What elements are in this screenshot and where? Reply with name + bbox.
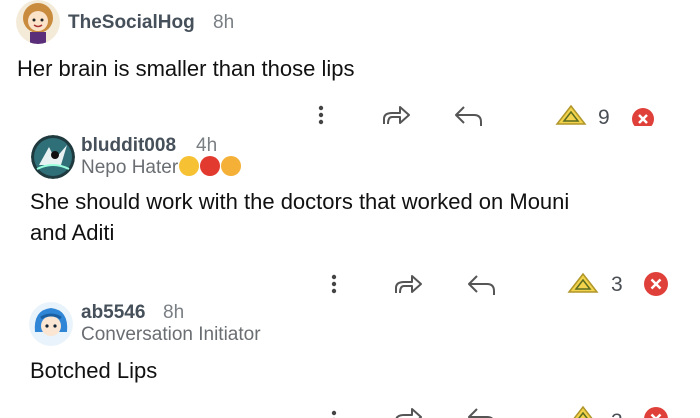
upvote-award-icon[interactable] [567, 272, 599, 294]
comment-body: She should work with the doctors that wo… [30, 186, 569, 248]
comment-body-line: and Aditi [30, 220, 115, 245]
reply-icon[interactable] [465, 406, 497, 418]
reply-icon[interactable] [465, 273, 497, 295]
username[interactable]: TheSocialHog [68, 12, 195, 34]
reply-icon[interactable] [452, 104, 484, 126]
vote-count: 9 [598, 106, 610, 129]
confounded-face-emoji [221, 156, 242, 176]
comment-time: 8h [163, 302, 185, 323]
comment-body-line: She should work with the doctors that wo… [30, 189, 570, 214]
persevering-face-emoji [179, 156, 200, 176]
share-icon[interactable] [392, 273, 424, 295]
vote-count: 3 [611, 273, 623, 296]
avatar[interactable] [29, 302, 73, 346]
username[interactable]: bluddit008 [81, 135, 176, 157]
comment-time: 8h [213, 12, 235, 33]
vote-count-clip: 3 [611, 410, 623, 418]
avatar[interactable] [16, 0, 60, 44]
share-icon[interactable] [380, 104, 412, 126]
upvote-award-icon[interactable] [567, 405, 599, 418]
comment-time: 4h [196, 135, 218, 156]
downvote-icon[interactable] [630, 106, 656, 126]
user-flair: Nepo Hater [81, 156, 242, 179]
swearing-face-emoji [200, 156, 221, 176]
more-options-icon[interactable] [316, 104, 326, 126]
more-options-icon[interactable] [329, 409, 339, 418]
user-flair: Conversation Initiator [81, 324, 261, 345]
avatar[interactable] [31, 135, 75, 179]
comment-body: Her brain is smaller than those lips [17, 56, 355, 81]
vote-count: 3 [611, 410, 623, 418]
downvote-icon[interactable] [642, 271, 670, 297]
user-flair-text: Nepo Hater [81, 157, 179, 178]
share-icon[interactable] [392, 406, 424, 418]
username[interactable]: ab5546 [81, 302, 145, 324]
comment-body: Botched Lips [30, 358, 158, 383]
downvote-icon[interactable] [642, 406, 670, 418]
upvote-award-icon[interactable] [555, 104, 587, 126]
more-options-icon[interactable] [329, 273, 339, 295]
